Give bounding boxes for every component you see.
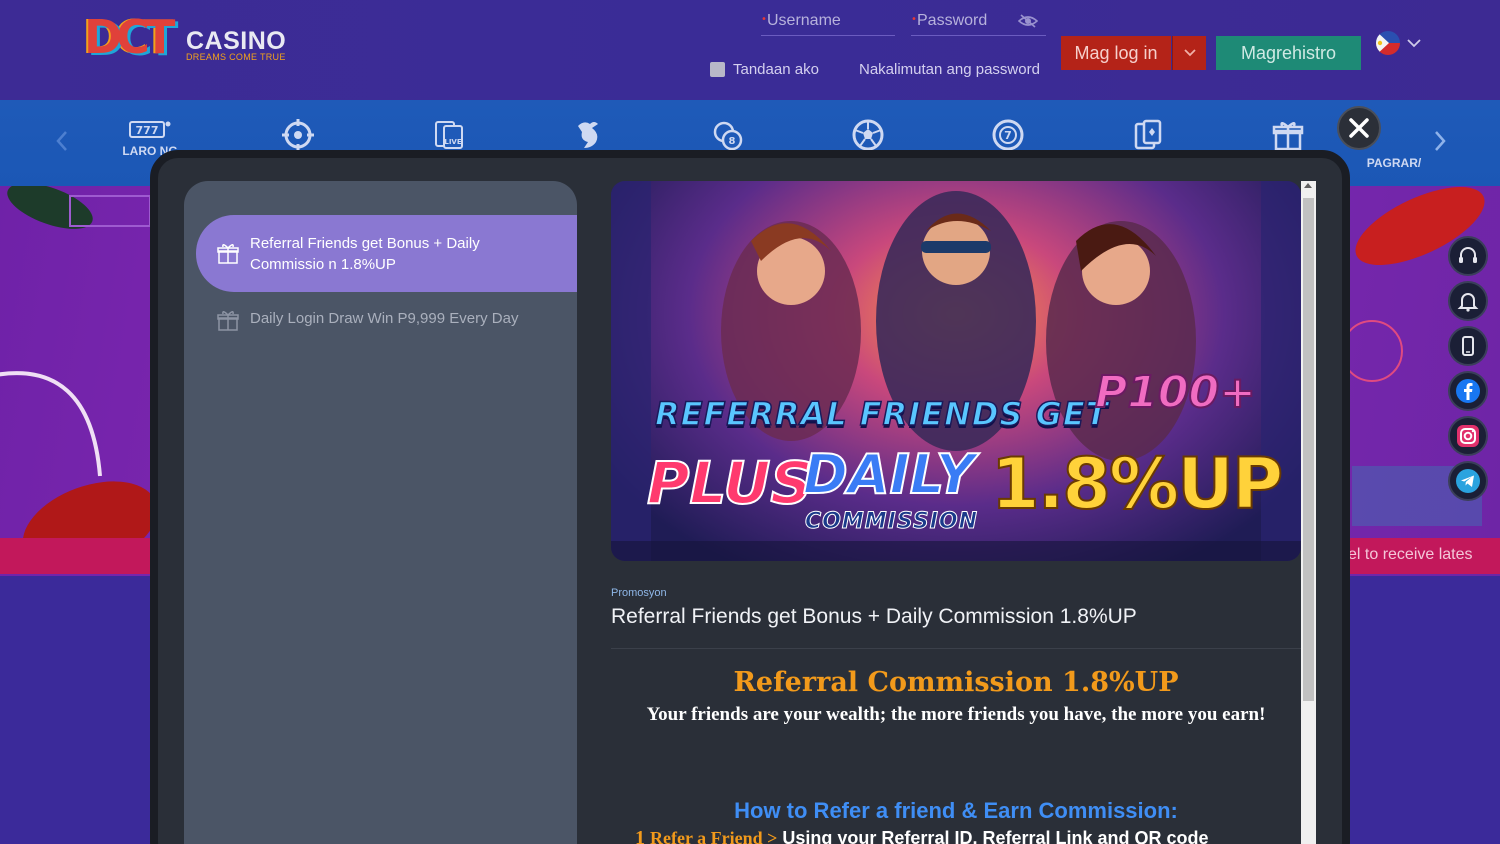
banner-text-daily: DAILY	[802, 442, 976, 507]
facebook-icon	[1456, 379, 1480, 403]
soccer-ball-icon	[852, 119, 884, 151]
chevron-right-icon[interactable]	[1428, 126, 1452, 156]
headset-icon	[1459, 247, 1477, 263]
promotion-detail-panel: REFERRAL FRIENDS GET P100+ PLUS DAILY CO…	[611, 181, 1301, 844]
remember-label: Tandaan ako	[733, 61, 819, 78]
promo-list-item-referral[interactable]: Referral Friends get Bonus + Daily Commi…	[196, 215, 577, 292]
support-button[interactable]	[1448, 236, 1488, 276]
login-button[interactable]: Mag log in	[1061, 36, 1171, 70]
eye-hidden-icon[interactable]	[1018, 13, 1038, 29]
logo-tagline: DREAMS COME TRUE	[186, 52, 286, 62]
promo-list-item-label: Referral Friends get Bonus + Daily Commi…	[250, 235, 480, 273]
promotion-title: Referral Friends get Bonus + Daily Commi…	[611, 605, 1137, 628]
bell-icon	[1457, 293, 1479, 312]
banner-text-rate: 1.8%UP	[990, 442, 1284, 526]
svg-text:777: 777	[136, 124, 159, 137]
notification-button[interactable]	[1448, 281, 1488, 321]
chevron-left-icon[interactable]	[50, 126, 74, 156]
commission-heading: Referral Commission 1.8%UP	[733, 667, 1179, 698]
banner-text-bonus: P100+	[1094, 366, 1257, 419]
lottery-balls-icon: 8	[713, 121, 743, 151]
remember-me[interactable]: Tandaan ako	[710, 61, 819, 78]
svg-text:8: 8	[729, 136, 736, 147]
step-lead: Refer a Friend >	[650, 828, 778, 844]
register-button[interactable]: Magrehistro	[1216, 36, 1361, 70]
number-seven-ball-icon: 7	[992, 119, 1024, 151]
remember-checkbox[interactable]	[710, 62, 725, 77]
gift-icon	[217, 311, 239, 331]
scroll-up-arrow-icon[interactable]	[1304, 183, 1312, 188]
top-header: DCT CASINO DREAMS COME TRUE • • Tandaan …	[0, 0, 1500, 100]
floating-side-menu	[1448, 236, 1488, 506]
step-1: 1 Refer a Friend > Using your Referral I…	[635, 827, 1209, 844]
promotion-banner-image: REFERRAL FRIENDS GET P100+ PLUS DAILY CO…	[611, 181, 1301, 561]
ticker-text: el to receive lates	[1348, 546, 1473, 563]
language-selector[interactable]	[1375, 30, 1425, 58]
telegram-button[interactable]	[1448, 461, 1488, 501]
chevron-down-icon	[1407, 39, 1421, 48]
mobile-phone-icon	[1462, 336, 1474, 356]
step-number: 1	[635, 827, 645, 844]
gift-icon	[1272, 122, 1304, 151]
fishing-target-icon	[282, 119, 314, 151]
username-field: •	[761, 8, 895, 36]
promotion-category: Promosyon	[611, 587, 667, 599]
logo-mark: DCT	[84, 10, 175, 64]
chevron-down-icon	[1183, 49, 1196, 57]
commission-subheading: Your friends are your wealth; the more f…	[646, 704, 1266, 725]
divider	[611, 648, 1301, 649]
nav-item-label: PAGRAR/	[1366, 156, 1422, 170]
promo-list-item-daily-login[interactable]: Daily Login Draw Win P9,999 Every Day	[216, 308, 576, 334]
slot-777-icon: 777	[129, 121, 171, 138]
facebook-button[interactable]	[1448, 371, 1488, 411]
site-logo[interactable]: DCT CASINO DREAMS COME TRUE	[84, 12, 294, 68]
gift-icon	[217, 244, 239, 264]
philippines-flag-icon	[1376, 31, 1400, 55]
login-dropdown-button[interactable]	[1172, 36, 1206, 70]
close-icon	[1349, 118, 1369, 138]
promo-list-item-label: Daily Login Draw Win P9,999 Every Day	[250, 310, 519, 327]
forgot-password-link[interactable]: Nakalimutan ang password	[859, 61, 1040, 78]
cockfight-icon	[578, 122, 598, 148]
svg-text:7: 7	[1004, 129, 1012, 142]
live-cards-icon: LIVE	[435, 121, 463, 149]
how-to-refer-heading: How to Refer a friend & Earn Commission:	[734, 798, 1178, 823]
instagram-icon	[1457, 425, 1479, 447]
card-table-icon	[1134, 119, 1162, 150]
password-field: •	[911, 8, 1046, 36]
scrollbar-thumb[interactable]	[1303, 198, 1314, 701]
close-modal-button[interactable]	[1337, 106, 1381, 150]
svg-text:LIVE: LIVE	[444, 138, 461, 146]
mobile-app-button[interactable]	[1448, 326, 1488, 366]
banner-text-plus: PLUS	[646, 448, 813, 518]
banner-text-line1: REFERRAL FRIENDS GET	[654, 394, 1109, 434]
telegram-icon	[1456, 469, 1480, 493]
step-text: Using your Referral ID, Referral Link an…	[777, 828, 1209, 844]
username-input[interactable]	[767, 8, 895, 34]
instagram-button[interactable]	[1448, 416, 1488, 456]
banner-text-commission: COMMISSION	[804, 509, 979, 535]
